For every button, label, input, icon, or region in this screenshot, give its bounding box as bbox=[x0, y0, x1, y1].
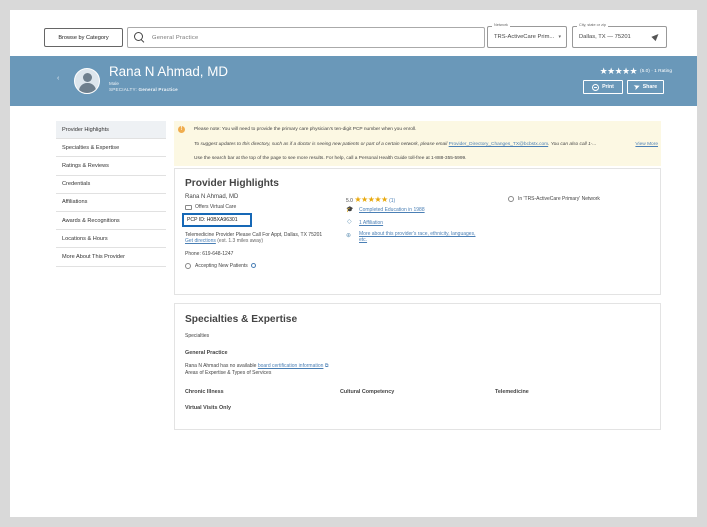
board-cert-text: Rana N Ahmad has no available bbox=[185, 363, 257, 369]
star-icon: ★★★★★ bbox=[599, 66, 638, 76]
board-certification: Rana N Ahmad has no available board cert… bbox=[185, 363, 328, 369]
header-rating[interactable]: ★★★★★ (5.0) · 1 Rating bbox=[600, 66, 672, 77]
search-bar: Browse by Category General Practice Netw… bbox=[10, 10, 697, 56]
rating-count: (1) bbox=[389, 198, 396, 204]
nav-provider-highlights[interactable]: Provider Highlights bbox=[56, 121, 166, 140]
location-legend: City, state or zip bbox=[577, 23, 608, 27]
share-icon: ➤ bbox=[632, 83, 641, 92]
avatar bbox=[74, 68, 100, 94]
notice-line-1: Please note: You will need to provide th… bbox=[194, 127, 417, 132]
specialties-title: Specialties & Expertise bbox=[185, 314, 298, 325]
accepting-patients: Accepting New Patients bbox=[195, 263, 256, 269]
virtual-care-text: Offers Virtual Care bbox=[195, 204, 237, 210]
share-button[interactable]: ➤ Share bbox=[627, 80, 664, 94]
highlights-title: Provider Highlights bbox=[185, 178, 279, 189]
notice-line-3: Use the search bar at the top of the pag… bbox=[194, 156, 467, 161]
board-cert-link[interactable]: board certification information bbox=[258, 363, 324, 369]
location-arrow-icon[interactable] bbox=[651, 31, 661, 42]
provider-highlights-card: Provider Highlights Rana N Ahmad, MD Off… bbox=[174, 168, 661, 295]
location-input[interactable]: City, state or zip Dallas, TX — 75201 bbox=[572, 23, 667, 48]
phone-number: Phone: 619-648-1247 bbox=[185, 251, 234, 257]
network-check-icon bbox=[508, 196, 514, 202]
nav-credentials[interactable]: Credentials bbox=[56, 175, 166, 194]
network-value: TRS-ActiveCare Prim... bbox=[494, 34, 555, 40]
education-link[interactable]: Completed Education in 1988 bbox=[359, 207, 425, 213]
back-chevron-icon[interactable]: ‹ bbox=[57, 75, 59, 82]
more-about-link[interactable]: More about this provider's race, ethnici… bbox=[359, 231, 475, 237]
page-frame: Browse by Category General Practice Netw… bbox=[10, 10, 697, 517]
enrollment-notice: ! Please note: You will need to provide … bbox=[174, 121, 661, 166]
directions: Get directions (est. 1.3 miles away) bbox=[185, 238, 263, 244]
network-legend: Network bbox=[492, 23, 510, 27]
provider-name: Rana N Ahmad, MD bbox=[109, 64, 229, 79]
expertise-virtual-visits: Virtual Visits Only bbox=[185, 405, 231, 411]
nav-awards-recognitions[interactable]: Awards & Recognitions bbox=[56, 211, 166, 231]
print-icon bbox=[592, 83, 600, 91]
nav-locations-hours[interactable]: Locations & Hours bbox=[56, 230, 166, 249]
nav-more-about[interactable]: More About This Provider bbox=[56, 248, 166, 267]
warning-icon: ! bbox=[178, 126, 185, 133]
more-about-link-2[interactable]: etc. bbox=[359, 237, 367, 243]
video-camera-icon bbox=[185, 205, 192, 210]
graduation-cap-icon: 🎓 bbox=[346, 207, 354, 213]
specialty-value: General Practice bbox=[138, 87, 178, 92]
specialty-name: General Practice bbox=[185, 350, 228, 356]
get-directions-link[interactable]: Get directions bbox=[185, 238, 216, 244]
search-input-value: General Practice bbox=[152, 34, 199, 41]
accepting-patients-text: Accepting New Patients bbox=[195, 263, 248, 269]
expertise-cultural-competency: Cultural Competency bbox=[340, 389, 395, 395]
directions-distance: (est. 1.3 miles away) bbox=[217, 238, 264, 244]
expertise-telemedicine: Telemedicine bbox=[495, 389, 529, 395]
affiliation-link[interactable]: 1 Affiliation bbox=[359, 220, 383, 226]
highlights-rating[interactable]: 5.0 ★★★★★ (1) bbox=[346, 195, 395, 204]
network-select[interactable]: Network TRS-ActiveCare Prim... ▾ bbox=[487, 23, 567, 48]
in-network-text: In 'TRS-ActiveCare Primary' Network bbox=[518, 196, 600, 202]
nav-specialties-expertise[interactable]: Specialties & Expertise bbox=[56, 139, 166, 158]
view-more-link[interactable]: View More bbox=[635, 142, 658, 147]
affiliation-icon: ◇ bbox=[347, 219, 352, 225]
highlights-rating-value: 5.0 bbox=[346, 198, 353, 204]
pcp-id: PCP ID: H0BXA96301 bbox=[182, 213, 252, 227]
search-input[interactable]: General Practice bbox=[127, 27, 485, 48]
info-icon[interactable] bbox=[250, 263, 256, 268]
directory-email-link[interactable]: Provider_Directory_Changes_TX@bcbstx.com bbox=[449, 142, 549, 147]
browse-by-category-button[interactable]: Browse by Category bbox=[44, 28, 123, 47]
specialties-label: Specialties bbox=[185, 333, 210, 339]
print-button[interactable]: Print bbox=[583, 80, 623, 94]
section-nav: Provider Highlights Specialties & Expert… bbox=[56, 121, 166, 267]
provider-specialty: SPECIALTY: General Practice bbox=[109, 87, 178, 92]
notice-line-2-text: To suggest updates to this directory, su… bbox=[194, 142, 448, 147]
print-label: Print bbox=[602, 84, 614, 90]
header-rating-text: (5.0) · 1 Rating bbox=[640, 69, 672, 74]
location-value: Dallas, TX — 75201 bbox=[579, 34, 631, 40]
highlights-name: Rana N Ahmad, MD bbox=[185, 194, 239, 200]
expertise-chronic-illness: Chronic Illness bbox=[185, 389, 224, 395]
specialty-label: SPECIALTY: bbox=[109, 87, 137, 92]
avatar-body bbox=[79, 83, 96, 93]
star-rating-icon: ★★★★★ bbox=[354, 195, 388, 204]
areas-label: Areas of Expertise & Types of Services bbox=[185, 370, 272, 376]
avatar-head bbox=[83, 73, 92, 82]
search-icon bbox=[134, 32, 145, 43]
nav-affiliations[interactable]: Affiliations bbox=[56, 193, 166, 212]
globe-icon: ⊕ bbox=[346, 233, 352, 239]
check-circle-icon bbox=[185, 263, 191, 269]
provider-gender: Male bbox=[109, 81, 119, 86]
provider-header: ‹ Rana N Ahmad, MD Male SPECIALTY: Gener… bbox=[10, 56, 697, 106]
notice-line-2: To suggest updates to this directory, su… bbox=[194, 142, 596, 147]
nav-ratings-reviews[interactable]: Ratings & Reviews bbox=[56, 157, 166, 176]
share-label: Share bbox=[642, 84, 658, 90]
external-link-icon: ⧉ bbox=[324, 363, 329, 369]
notice-line-2-tail: . You can also call 1-... bbox=[548, 142, 597, 147]
chevron-down-icon: ▾ bbox=[558, 34, 561, 40]
specialties-card: Specialties & Expertise Specialties Gene… bbox=[174, 303, 661, 430]
